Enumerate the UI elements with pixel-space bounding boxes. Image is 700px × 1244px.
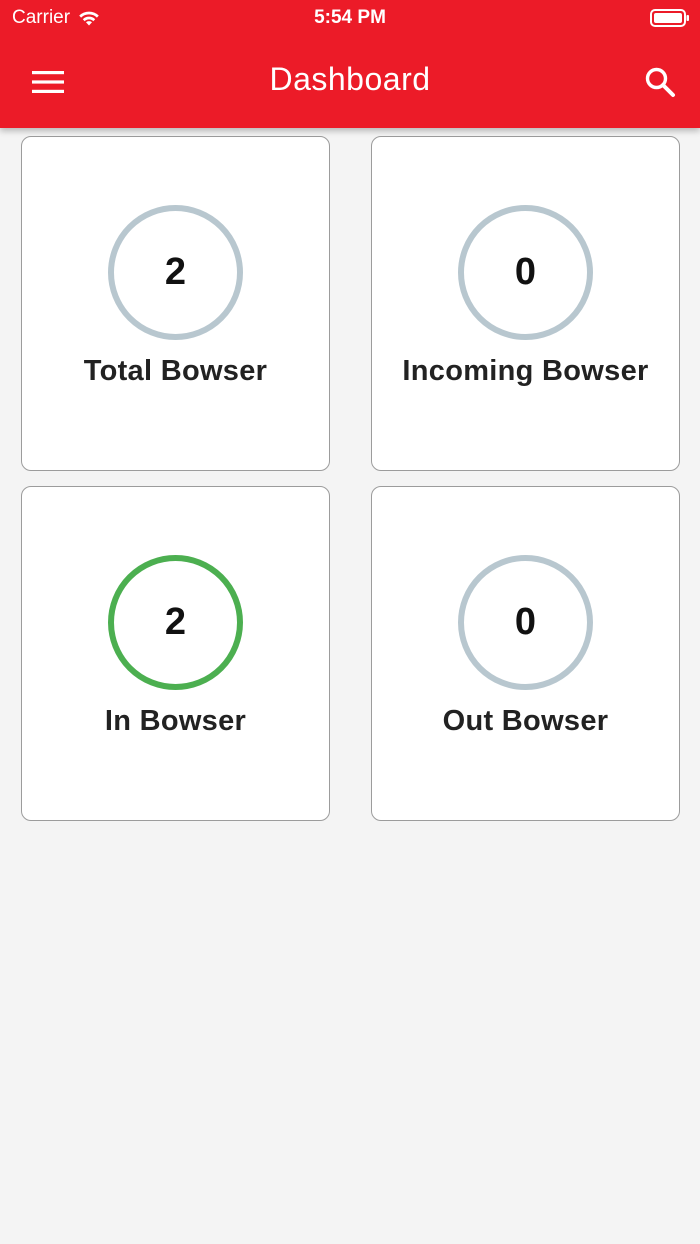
out-bowser-ring: 0 — [458, 555, 593, 690]
total-bowser-ring: 2 — [108, 205, 243, 340]
in-bowser-card[interactable]: 2 In Bowser — [21, 486, 330, 821]
status-bar: Carrier 5:54 PM — [0, 0, 700, 36]
battery-icon — [650, 9, 689, 27]
out-bowser-card[interactable]: 0 Out Bowser — [371, 486, 680, 821]
status-time: 5:54 PM — [314, 7, 386, 28]
in-bowser-ring: 2 — [108, 555, 243, 690]
in-bowser-count: 2 — [164, 601, 187, 643]
top-bar: Carrier 5:54 PM Dashboard — [0, 0, 700, 128]
in-bowser-label: In Bowser — [104, 705, 247, 737]
out-bowser-count: 0 — [514, 601, 537, 643]
total-bowser-count: 2 — [164, 251, 187, 293]
incoming-bowser-card[interactable]: 0 Incoming Bowser — [371, 136, 680, 471]
out-bowser-label: Out Bowser — [442, 705, 609, 737]
search-button[interactable] — [638, 60, 682, 104]
total-bowser-card[interactable]: 2 Total Bowser — [21, 136, 330, 471]
search-icon — [645, 67, 675, 97]
total-bowser-label: Total Bowser — [83, 355, 268, 387]
page-title: Dashboard — [269, 61, 431, 97]
incoming-bowser-count: 0 — [514, 251, 537, 293]
incoming-bowser-ring: 0 — [458, 205, 593, 340]
app-bar: Dashboard — [0, 36, 700, 128]
incoming-bowser-label: Incoming Bowser — [402, 355, 649, 387]
dashboard-grid: 2 Total Bowser 0 Incoming Bowser 2 In Bo… — [21, 136, 680, 821]
app-screen: Carrier 5:54 PM Dashboard 2 Total Bowser… — [0, 0, 700, 1244]
